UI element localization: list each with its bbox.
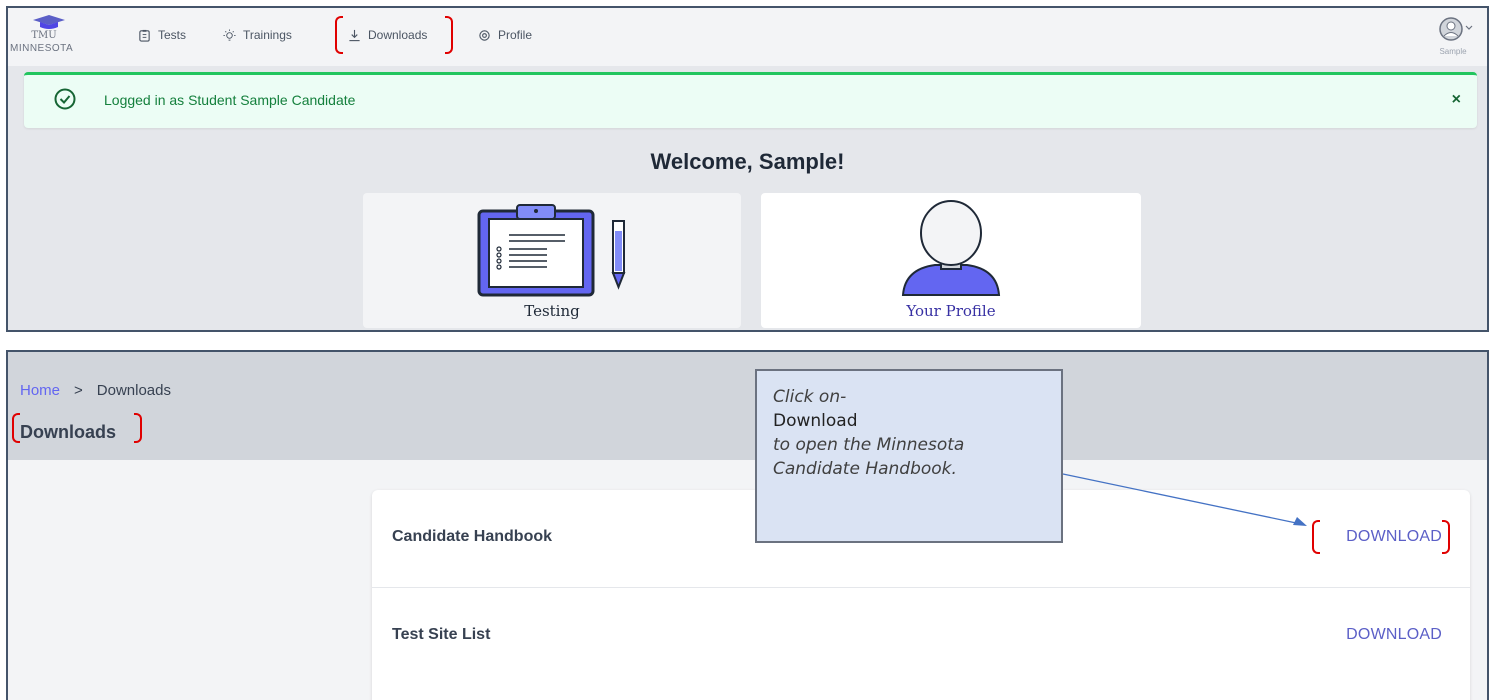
login-alert: Logged in as Student Sample Candidate ×: [24, 72, 1477, 128]
highlight-bracket-right: [134, 413, 142, 443]
highlight-bracket-left: [12, 413, 20, 443]
download-name: Test Site List: [392, 626, 491, 643]
page-header: Home > Downloads Downloads: [8, 352, 1487, 460]
profile-card[interactable]: Your Profile: [761, 193, 1141, 328]
page-title: Downloads: [20, 422, 117, 442]
highlight-bracket-right: [1442, 520, 1450, 554]
user-menu[interactable]: Sample: [1435, 16, 1475, 60]
nav-trainings[interactable]: Trainings: [223, 28, 292, 42]
testing-card[interactable]: Testing: [363, 193, 741, 328]
user-avatar-icon: [1439, 17, 1473, 41]
home-screenshot-panel: TMU MINNESOTA Tests Trainings Downloads …: [6, 6, 1489, 332]
nav-profile[interactable]: Profile: [478, 28, 532, 42]
breadcrumb: Home > Downloads: [20, 382, 171, 399]
callout-line: Click on-: [773, 387, 847, 407]
person-bust-icon: [901, 200, 1001, 296]
top-navbar: TMU MINNESOTA Tests Trainings Downloads …: [8, 8, 1487, 66]
nav-downloads[interactable]: Downloads: [348, 28, 427, 42]
nav-downloads-label: Downloads: [368, 28, 428, 42]
clipboard-icon: [139, 29, 150, 42]
nav-trainings-label: Trainings: [243, 28, 292, 42]
graduation-cap-icon: [33, 15, 65, 29]
check-circle-icon: [54, 88, 76, 110]
logo[interactable]: TMU MINNESOTA: [10, 12, 84, 62]
lightbulb-icon: [223, 28, 236, 41]
breadcrumb-current: Downloads: [96, 382, 171, 399]
highlight-bracket-left: [335, 16, 343, 54]
profile-card-label: Your Profile: [906, 302, 996, 320]
alert-message: Logged in as Student Sample Candidate: [104, 92, 356, 108]
nav-profile-label: Profile: [498, 28, 533, 42]
callout-line: Candidate Handbook.: [773, 459, 957, 479]
highlight-bracket-right: [445, 16, 453, 54]
nav-tests-label: Tests: [158, 28, 187, 42]
gear-icon: [479, 29, 490, 41]
callout-arrow: [1062, 473, 1307, 526]
list-item: Test Site List DOWNLOAD: [372, 587, 1470, 684]
nav-tests[interactable]: Tests: [138, 28, 186, 42]
downloads-screenshot-panel: Home > Downloads Downloads Candidate Han…: [6, 350, 1489, 700]
logo-text: TMU: [31, 30, 57, 41]
chevron-down-icon: [1465, 25, 1473, 30]
welcome-heading: Welcome, Sample!: [650, 149, 845, 174]
testing-card-label: Testing: [524, 302, 580, 320]
callout-line: to open the Minnesota: [773, 435, 965, 455]
logo-subtext: MINNESOTA: [10, 43, 74, 54]
instruction-callout: Click on- Download to open the Minnesota…: [755, 369, 1063, 543]
callout-line: Download: [773, 411, 858, 431]
clipboard-pen-icon: [477, 204, 626, 297]
download-button[interactable]: DOWNLOAD: [1346, 626, 1442, 644]
download-icon: [349, 29, 360, 41]
breadcrumb-home-link[interactable]: Home: [20, 382, 60, 399]
close-icon[interactable]: ×: [1452, 91, 1461, 109]
download-name: Candidate Handbook: [392, 528, 553, 545]
download-button[interactable]: DOWNLOAD: [1346, 528, 1442, 546]
breadcrumb-separator: >: [74, 382, 83, 399]
user-name: Sample: [1439, 47, 1467, 56]
